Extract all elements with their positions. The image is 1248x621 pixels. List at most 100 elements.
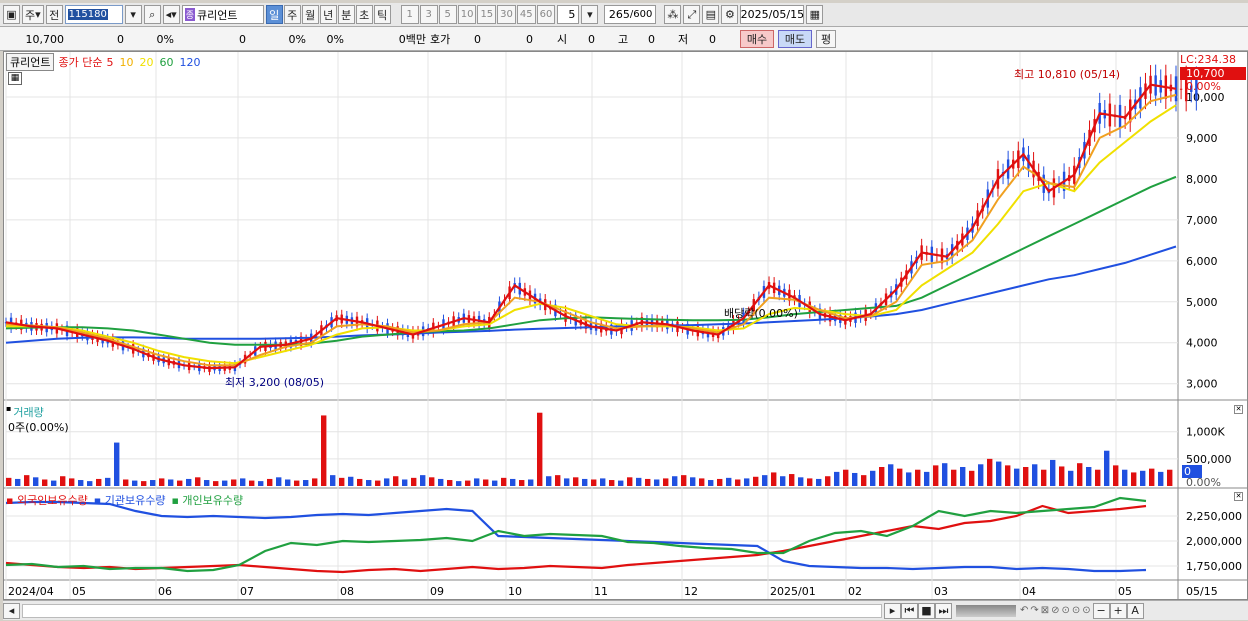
window-icon[interactable]: ▣ [3, 5, 20, 24]
volume-bar [852, 472, 858, 486]
settings-gear-icon[interactable]: ⚙ [721, 5, 739, 24]
volume-bar [834, 471, 840, 486]
dividend-note: 배당락(0.00%) [724, 307, 798, 320]
volume-bar [78, 480, 84, 486]
ma-line-5 [5, 83, 1177, 370]
volume-bar [249, 480, 255, 486]
volume-bar [438, 478, 444, 486]
market-badge: 종 [184, 8, 195, 21]
chart-type-icon[interactable]: ⁂ [664, 5, 682, 24]
interval-button-5[interactable]: 5 [438, 5, 457, 24]
date-input[interactable]: 2025/05/15 [740, 5, 805, 24]
tab-period-1[interactable]: 주 [283, 5, 301, 24]
interval-button-1[interactable]: 1 [400, 5, 419, 24]
tab-period-6[interactable]: 틱 [373, 5, 391, 24]
buy-button[interactable]: 매수 [740, 30, 774, 48]
volume-bar [636, 477, 642, 486]
type-select[interactable]: 주 ▾ [22, 5, 44, 24]
ma-periods: 5 10 20 60 120 [106, 56, 200, 69]
volume-bar [708, 480, 714, 486]
dropdown-icon[interactable]: ▾ [124, 5, 142, 24]
volume-bar [726, 477, 732, 486]
interval-button-15[interactable]: 15 [477, 5, 497, 24]
interval-dropdown-icon[interactable]: ▾ [581, 5, 599, 24]
volume-close-icon[interactable]: ✕ [1234, 405, 1243, 414]
volume-bar [1068, 470, 1074, 486]
last-page-icon[interactable]: ⏭ [935, 602, 952, 619]
interval-button-45[interactable]: 45 [516, 5, 536, 24]
scroll-left-icon[interactable]: ◂ [3, 602, 20, 619]
volume-bar [348, 476, 354, 486]
count-value: 265 [608, 8, 630, 21]
speaker-icon[interactable]: ◂▾ [162, 5, 180, 24]
ma-label: 종가 단순 [58, 56, 103, 69]
scroll-right-icon[interactable]: ▸ [884, 602, 901, 619]
zoom-out-icon[interactable]: − [1092, 602, 1110, 619]
save-icon[interactable]: ▤ [702, 5, 720, 24]
drawing-tool-icon[interactable]: ⤢ [683, 5, 701, 24]
zoom-slider[interactable] [956, 604, 1016, 617]
interval-button-60[interactable]: 60 [536, 5, 556, 24]
tab-period-0[interactable]: 일 [265, 5, 283, 24]
volume-bar [186, 478, 192, 486]
volume-bar [96, 478, 102, 486]
tab-period-2[interactable]: 월 [301, 5, 319, 24]
count-input[interactable]: 265/600 [604, 5, 657, 24]
font-size-icon[interactable]: A [1126, 602, 1144, 619]
interval-button-30[interactable]: 30 [497, 5, 516, 24]
volume-bar [294, 480, 300, 486]
search-icon[interactable]: ⌕ [143, 5, 161, 24]
interval-button-3[interactable]: 3 [419, 5, 438, 24]
volume-bar [402, 479, 408, 486]
eval-button[interactable]: 평 [816, 30, 836, 48]
first-page-icon[interactable]: ⏮ [901, 602, 918, 619]
x-tick-label: 09 [430, 585, 444, 598]
main-toolbar: ▣ 주 ▾ 전 115180 ▾ ⌕ ◂▾ 종 큐리언트 일주월년분초틱 1 3 5 10… [0, 3, 1248, 27]
volume-bar [1122, 469, 1128, 486]
x-tick-label: 05 [72, 585, 86, 598]
amount-value: 0백만 [398, 33, 426, 46]
volume-bar [1095, 469, 1101, 486]
price-panel-title[interactable]: 큐리언트 [6, 53, 55, 71]
stock-code-input[interactable]: 115180 [64, 5, 123, 24]
volume-bar [357, 478, 363, 486]
tab-period-3[interactable]: 년 [319, 5, 337, 24]
scrollbar-track[interactable] [22, 603, 882, 618]
volume-bar [1041, 469, 1047, 486]
volume-bar [780, 476, 786, 486]
holding-y-tick: 1,750,000 [1186, 560, 1242, 573]
low-label: 저 [678, 33, 689, 46]
interval-button-10[interactable]: 10 [457, 5, 477, 24]
volume-bar [330, 475, 336, 486]
stock-name-field[interactable]: 종 큐리언트 [181, 5, 264, 24]
grid-toggle-icon[interactable]: ▦ [8, 72, 22, 85]
volume-bar [123, 479, 129, 486]
volume-bar [816, 478, 822, 486]
interval-input[interactable]: 5 [557, 5, 580, 24]
prev-button[interactable]: 전 [45, 5, 63, 24]
volume-bar [177, 480, 183, 486]
volume-bar [870, 470, 876, 486]
holding-y-tick: 2,000,000 [1186, 535, 1242, 548]
tab-period-5[interactable]: 초 [355, 5, 373, 24]
zoom-in-icon[interactable]: + [1109, 602, 1127, 619]
volume-bar [915, 469, 921, 486]
volume-bar [420, 475, 426, 486]
calendar-icon[interactable]: ▦ [806, 5, 824, 24]
volume-bar [591, 479, 597, 486]
tab-period-4[interactable]: 분 [337, 5, 355, 24]
price-change: 0 [117, 32, 124, 46]
volume-bar [312, 478, 318, 486]
tool-icons[interactable]: ↶↷⊠⊘⊙⊙⊙ [1020, 605, 1093, 616]
volume-bar [951, 469, 957, 486]
chart-area[interactable]: 2024/04 05 06 07 08 09 10 11 12 2025/01 02 03 04 05 05… [3, 51, 1248, 600]
holding-close-icon[interactable]: ✕ [1234, 492, 1243, 501]
volume-bar [1014, 468, 1020, 486]
volume-bar [1050, 459, 1056, 486]
stop-icon[interactable]: ■ [918, 602, 935, 619]
holding-legend-item-2: ▪ 개인보유수량 [171, 494, 244, 507]
volume-bar [762, 475, 768, 486]
low-value: 0 [709, 32, 716, 46]
sell-button[interactable]: 매도 [778, 30, 812, 48]
volume-bar [654, 479, 660, 486]
